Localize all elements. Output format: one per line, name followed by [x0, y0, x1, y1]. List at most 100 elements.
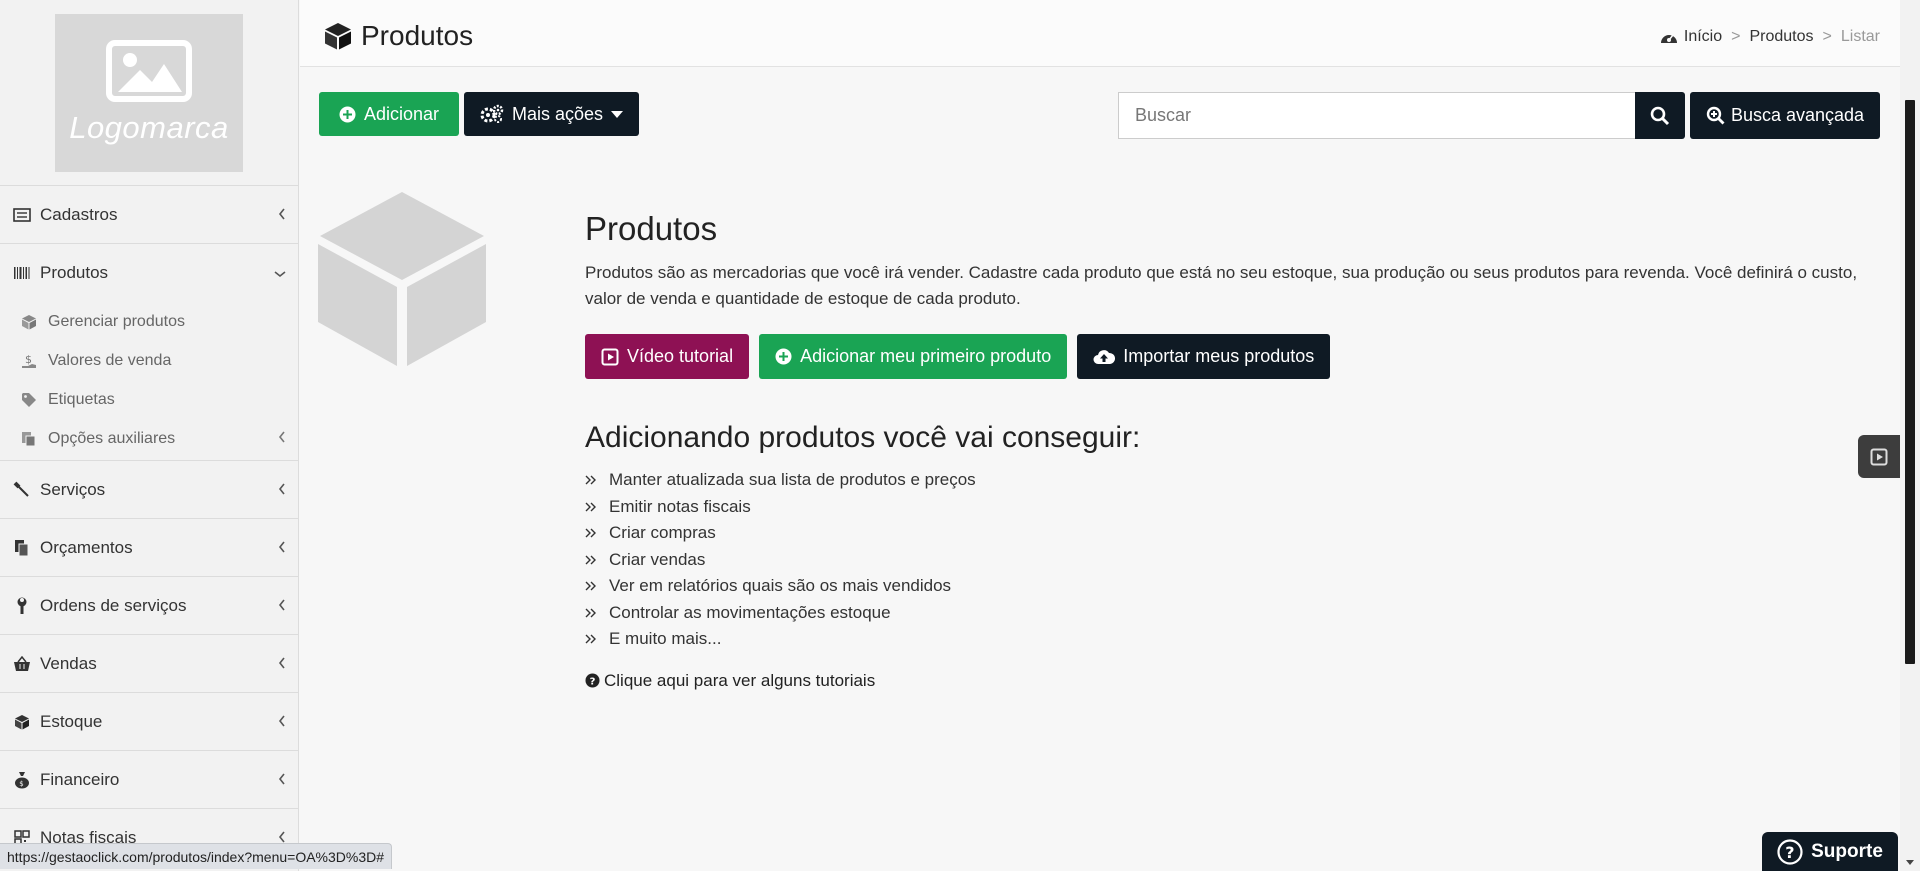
svg-text:$: $	[19, 780, 23, 788]
empty-state-actions: Vídeo tutorial Adicionar meu primeiro pr…	[585, 334, 1885, 379]
sidebar-item-servicos[interactable]: Serviços	[0, 461, 298, 519]
sidebar-item-financeiro[interactable]: $ Financeiro	[0, 751, 298, 809]
play-square-icon	[1870, 448, 1888, 465]
sidebar-item-label: Vendas	[40, 653, 97, 673]
sidebar-subitem-gerenciar-produtos[interactable]: Gerenciar produtos	[0, 302, 298, 341]
logo-area: Logomarca	[0, 0, 298, 186]
money-hand-icon: $	[20, 352, 38, 370]
add-button[interactable]: Adicionar	[319, 92, 459, 136]
sidebar-subitem-opcoes-auxiliares[interactable]: Opções auxiliares	[0, 419, 298, 458]
advanced-search-label: Busca avançada	[1730, 105, 1865, 125]
add-first-product-label: Adicionar meu primeiro produto	[800, 346, 1052, 366]
list-item: Emitir notas fiscais	[585, 494, 1885, 521]
sidebar-subitem-label: Opções auxiliares	[48, 429, 176, 447]
benefit-text: Emitir notas fiscais	[609, 496, 751, 516]
tag-icon	[20, 391, 38, 409]
video-tutorial-label: Vídeo tutorial	[627, 346, 734, 366]
double-chevron-right-icon	[585, 554, 609, 566]
empty-state-info: Produtos Produtos são as mercadorias que…	[585, 210, 1885, 691]
svg-text:$: $	[25, 353, 32, 366]
page-header: Produtos Início > Produtos > Listar	[300, 0, 1900, 67]
cloud-upload-icon	[1093, 349, 1116, 365]
toolbar: Adicionar Mais ações Busca avançada	[319, 92, 1880, 139]
page-title: Produtos	[323, 20, 473, 52]
search-icon	[1650, 106, 1670, 125]
sidebar-item-label: Ordens de serviços	[40, 595, 187, 615]
floating-video-button[interactable]	[1858, 435, 1900, 478]
benefits-list: Manter atualizada sua lista de produtos …	[585, 467, 1885, 653]
money-bag-icon: $	[12, 770, 32, 790]
import-products-button[interactable]: Importar meus produtos	[1077, 334, 1331, 379]
chevron-left-icon	[278, 770, 286, 790]
double-chevron-right-icon	[585, 633, 609, 645]
empty-state-description: Produtos são as mercadorias que você irá…	[585, 263, 1858, 308]
double-chevron-right-icon	[585, 607, 609, 619]
big-box-icon	[318, 192, 486, 371]
support-button[interactable]: ? Suporte	[1762, 832, 1898, 871]
breadcrumb-section[interactable]: Produtos	[1749, 28, 1813, 46]
svg-text:?: ?	[590, 676, 596, 687]
add-first-product-button[interactable]: Adicionar meu primeiro produto	[759, 334, 1068, 379]
sidebar-item-produtos[interactable]: Produtos	[0, 244, 298, 302]
list-item: Criar vendas	[585, 547, 1885, 574]
box-icon	[20, 313, 38, 331]
chevron-left-icon	[278, 596, 286, 616]
empty-state-title: Produtos	[585, 210, 718, 247]
add-button-label: Adicionar	[363, 103, 440, 124]
sidebar-item-vendas[interactable]: Vendas	[0, 635, 298, 693]
sidebar-group-produtos: Produtos Gerenciar produtos $ Valores de…	[0, 244, 298, 461]
produtos-submenu: Gerenciar produtos $ Valores de venda Et…	[0, 302, 298, 460]
breadcrumb-separator: >	[1822, 28, 1832, 45]
plus-circle-icon	[339, 106, 356, 123]
chevron-left-icon	[278, 538, 286, 558]
scroll-down-arrow-icon[interactable]	[1906, 860, 1914, 865]
main-content: Produtos Início > Produtos > Listar Adic…	[300, 0, 1900, 871]
chevron-left-icon	[278, 654, 286, 674]
box-icon	[12, 712, 32, 732]
status-bar-url: https://gestaoclick.com/produtos/index?m…	[0, 843, 393, 869]
question-circle-icon: ?	[1777, 838, 1803, 865]
benefit-text: Controlar as movimentações estoque	[609, 602, 891, 622]
list-item: Ver em relatórios quais são os mais vend…	[585, 573, 1885, 600]
dashboard-icon	[1660, 29, 1678, 45]
sidebar-item-label: Serviços	[40, 479, 106, 499]
list-icon	[12, 205, 32, 225]
list-item: Criar compras	[585, 520, 1885, 547]
sidebar-item-estoque[interactable]: Estoque	[0, 693, 298, 751]
more-actions-dropdown[interactable]: Mais ações	[464, 92, 639, 136]
breadcrumb-home[interactable]: Início	[1684, 28, 1722, 46]
logo-placeholder[interactable]: Logomarca	[55, 14, 243, 172]
gears-icon	[480, 104, 504, 124]
video-tutorial-button[interactable]: Vídeo tutorial	[585, 334, 750, 379]
sidebar-subitem-label: Valores de venda	[48, 351, 172, 369]
question-circle-icon: ?	[585, 673, 600, 688]
sidebar-item-ordens-de-servicos[interactable]: Ordens de serviços	[0, 577, 298, 635]
tutorials-link[interactable]: ? Clique aqui para ver alguns tutoriais	[585, 671, 1885, 691]
basket-icon	[12, 654, 32, 674]
search-plus-icon	[1706, 106, 1725, 125]
chevron-left-icon	[278, 712, 286, 732]
svg-text:?: ?	[1785, 843, 1794, 862]
scrollbar[interactable]	[1900, 0, 1920, 871]
sidebar-item-cadastros[interactable]: Cadastros	[0, 186, 298, 244]
copy-icon	[20, 430, 38, 448]
scrollbar-thumb[interactable]	[1905, 100, 1915, 664]
search-button[interactable]	[1635, 92, 1685, 139]
sidebar-subitem-etiquetas[interactable]: Etiquetas	[0, 380, 298, 419]
sidebar: Logomarca Cadastros Produtos Gerenciar p…	[0, 0, 299, 871]
double-chevron-right-icon	[585, 474, 609, 486]
double-chevron-right-icon	[585, 580, 609, 592]
plus-circle-icon	[775, 348, 792, 365]
breadcrumb-separator: >	[1731, 28, 1741, 45]
caret-down-icon	[611, 110, 624, 118]
breadcrumb: Início > Produtos > Listar	[1660, 28, 1880, 46]
import-products-label: Importar meus produtos	[1123, 346, 1315, 366]
barcode-icon	[12, 263, 32, 283]
sidebar-subitem-valores-de-venda[interactable]: $ Valores de venda	[0, 341, 298, 380]
advanced-search-button[interactable]: Busca avançada	[1690, 92, 1880, 139]
list-item: E muito mais...	[585, 626, 1885, 653]
search-input[interactable]	[1118, 92, 1635, 139]
chevron-down-icon	[274, 263, 286, 283]
box-icon	[323, 21, 353, 51]
sidebar-item-orcamentos[interactable]: Orçamentos	[0, 519, 298, 577]
